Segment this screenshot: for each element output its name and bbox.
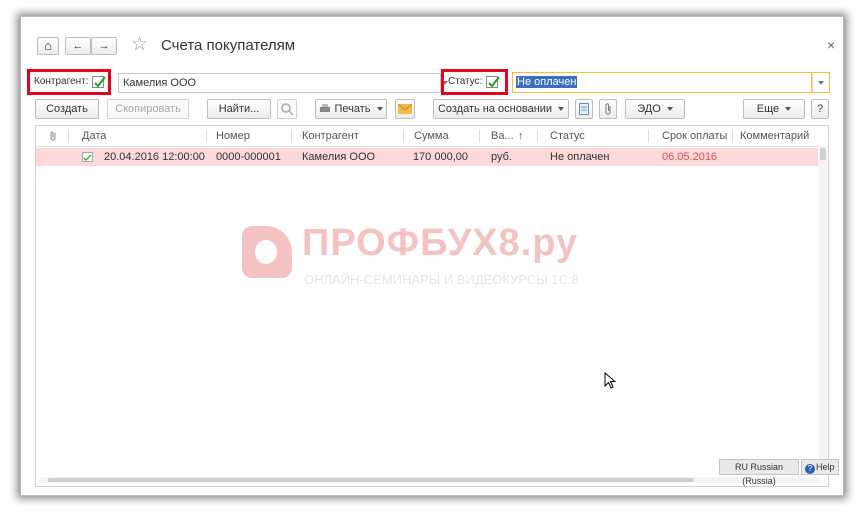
watermark-brand: ПРОФБУХ8.ру bbox=[302, 222, 579, 264]
sort-ascending-icon: ↑ bbox=[518, 130, 524, 142]
horizontal-scrollbar-thumb[interactable] bbox=[48, 478, 694, 482]
column-header-comment[interactable]: Комментарий bbox=[740, 126, 809, 146]
mouse-cursor-icon bbox=[604, 372, 616, 389]
envelope-icon bbox=[397, 103, 413, 114]
row-due-date: 06.05.2016 bbox=[662, 151, 718, 163]
help-button[interactable]: ? bbox=[811, 99, 829, 119]
clear-search-button[interactable] bbox=[277, 99, 297, 119]
forward-button[interactable]: → bbox=[91, 37, 117, 55]
contractor-filter-label: Контрагент: bbox=[34, 76, 89, 87]
checkmark-icon bbox=[488, 76, 500, 88]
row-sum: 170 000,00 bbox=[412, 151, 468, 163]
arrow-left-icon: ← bbox=[72, 40, 84, 52]
column-header-contractor[interactable]: Контрагент bbox=[302, 126, 359, 146]
email-button[interactable] bbox=[395, 99, 415, 119]
arrow-right-icon: → bbox=[98, 40, 110, 52]
document-icon bbox=[579, 103, 589, 115]
row-date: 20.04.2016 12:00:00 bbox=[104, 151, 205, 163]
row-contractor: Камелия ООО bbox=[302, 151, 376, 163]
table-header: Дата Номер Контрагент Сумма Ва... ↑ Стат… bbox=[36, 126, 828, 147]
attachment-column-icon[interactable] bbox=[50, 126, 56, 146]
table-row[interactable]: 20.04.2016 12:00:00 0000-000001 Камелия … bbox=[36, 148, 818, 166]
chevron-down-icon bbox=[558, 107, 565, 112]
magnifier-clear-icon bbox=[281, 103, 294, 116]
chevron-down-icon bbox=[666, 107, 673, 112]
horizontal-scrollbar[interactable] bbox=[40, 477, 820, 483]
home-button[interactable]: ⌂ bbox=[37, 37, 59, 55]
checkmark-icon bbox=[94, 76, 106, 88]
status-filter-label: Статус: bbox=[448, 76, 483, 87]
status-filter-checkbox[interactable] bbox=[486, 76, 500, 88]
favorite-star-icon[interactable]: ☆ bbox=[131, 33, 148, 56]
document-button[interactable] bbox=[575, 99, 593, 119]
document-posted-icon bbox=[82, 152, 93, 162]
printer-icon bbox=[320, 104, 331, 113]
contractor-filter-checkbox[interactable] bbox=[92, 76, 106, 88]
help-icon: ? bbox=[805, 464, 815, 474]
contractor-filter-input[interactable]: Камелия ООО bbox=[118, 73, 441, 93]
documents-table: Дата Номер Контрагент Сумма Ва... ↑ Стат… bbox=[35, 125, 829, 487]
close-icon[interactable]: × bbox=[827, 37, 835, 53]
row-number: 0000-000001 bbox=[216, 151, 281, 163]
home-icon: ⌂ bbox=[44, 38, 52, 53]
back-button[interactable]: ← bbox=[65, 37, 91, 55]
main-window: ⌂ ← → ☆ Счета покупателям × Контрагент: … bbox=[20, 16, 844, 496]
create-button[interactable]: Создать bbox=[35, 99, 99, 119]
create-based-on-button[interactable]: Создать на основании bbox=[433, 99, 569, 119]
help-status-button[interactable]: ? Help bbox=[801, 459, 839, 475]
vertical-scrollbar[interactable] bbox=[819, 146, 827, 466]
row-status: Не оплачен bbox=[550, 151, 610, 163]
column-header-status[interactable]: Статус bbox=[550, 126, 585, 146]
chevron-down-icon bbox=[785, 107, 792, 112]
chevron-down-icon bbox=[818, 81, 824, 86]
chevron-down-icon bbox=[376, 107, 383, 112]
paperclip-icon bbox=[50, 131, 56, 141]
scrollbar-thumb[interactable] bbox=[820, 148, 826, 160]
find-button[interactable]: Найти... bbox=[207, 99, 271, 119]
edo-button[interactable]: ЭДО bbox=[625, 99, 685, 119]
language-indicator[interactable]: RU Russian (Russia) bbox=[719, 459, 799, 486]
column-header-sum[interactable]: Сумма bbox=[414, 126, 449, 146]
column-header-due-date[interactable]: Срок оплаты bbox=[662, 126, 727, 146]
page-title: Счета покупателям bbox=[161, 37, 296, 54]
column-header-date[interactable]: Дата bbox=[82, 126, 106, 146]
more-button[interactable]: Еще bbox=[743, 99, 805, 119]
row-currency: руб. bbox=[491, 151, 512, 163]
attachment-button[interactable] bbox=[599, 99, 617, 119]
column-header-currency[interactable]: Ва... bbox=[491, 126, 514, 146]
paperclip-icon bbox=[605, 103, 611, 115]
column-header-number[interactable]: Номер bbox=[216, 126, 250, 146]
watermark-tagline: ОНЛАЙН-СЕМИНАРЫ И ВИДЕОКУРСЫ 1С:8 bbox=[304, 272, 579, 287]
status-filter-input[interactable]: Не оплачен bbox=[512, 72, 812, 93]
status-dropdown-button[interactable] bbox=[812, 72, 830, 93]
print-button[interactable]: Печать bbox=[315, 99, 387, 119]
copy-button[interactable]: Скопировать bbox=[107, 99, 189, 119]
watermark-logo bbox=[242, 226, 292, 278]
